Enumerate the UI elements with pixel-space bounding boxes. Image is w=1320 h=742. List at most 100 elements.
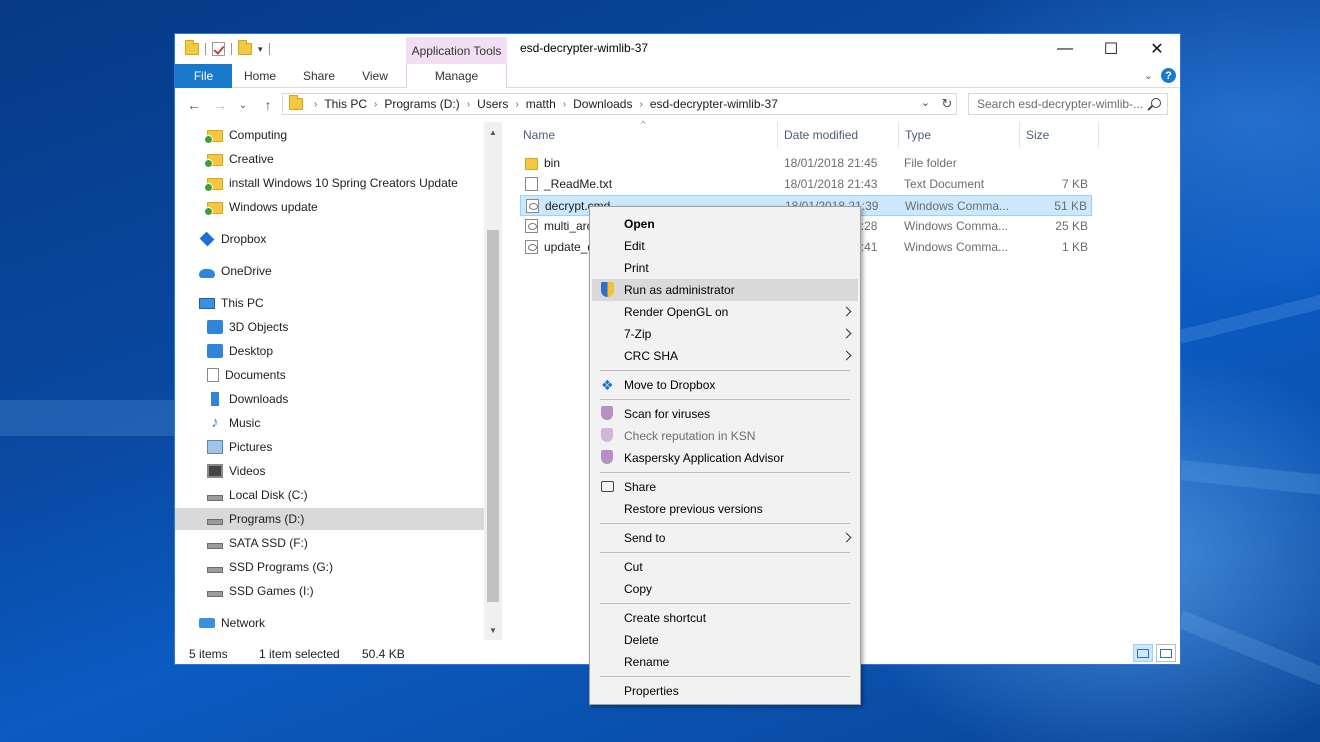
nav-item-ssd-programs-g[interactable]: SSD Programs (G:) xyxy=(207,556,333,578)
cmd-file-icon xyxy=(525,240,538,254)
nav-item-windows-update[interactable]: Windows update xyxy=(204,196,318,218)
status-selection-size: 50.4 KB xyxy=(362,647,405,661)
chevron-down-icon[interactable]: ⌄ xyxy=(1144,69,1153,82)
menu-item-open[interactable]: Open xyxy=(592,213,858,235)
nav-item-this-pc[interactable]: This PC xyxy=(199,292,264,314)
folder-icon xyxy=(289,95,303,110)
menu-item-print[interactable]: Print xyxy=(592,257,858,279)
maximize-button[interactable]: ☐ xyxy=(1088,34,1134,64)
file-row[interactable]: _ReadMe.txt 18/01/2018 21:43 Text Docume… xyxy=(520,174,1092,195)
nav-item-local-disk-c[interactable]: Local Disk (C:) xyxy=(207,484,308,506)
menu-item-edit[interactable]: Edit xyxy=(592,235,858,257)
nav-item-downloads[interactable]: Downloads xyxy=(207,388,288,410)
column-header-type[interactable]: Type xyxy=(899,122,1019,148)
file-name: _ReadMe.txt xyxy=(544,177,613,191)
recent-locations-button[interactable]: ⌄ xyxy=(233,95,253,115)
tab-manage[interactable]: Manage xyxy=(406,64,507,88)
cmd-file-icon xyxy=(525,219,538,233)
menu-separator xyxy=(600,523,850,524)
menu-item-label: Print xyxy=(624,261,649,275)
column-header-name[interactable]: Name xyxy=(517,122,777,148)
properties-icon[interactable] xyxy=(212,42,225,56)
ribbon-tabs: File Home Share View Manage ⌄ ? xyxy=(175,64,1180,88)
nav-item-computing[interactable]: Computing xyxy=(204,124,288,146)
nav-item-programs-d[interactable]: Programs (D:) xyxy=(175,508,484,530)
nav-item-install-windows[interactable]: install Windows 10 Spring Creators Updat… xyxy=(204,172,458,194)
nav-item-videos[interactable]: Videos xyxy=(207,460,265,482)
tab-home[interactable]: Home xyxy=(235,64,285,88)
nav-item-onedrive[interactable]: OneDrive xyxy=(199,260,272,282)
file-name: bin xyxy=(544,156,561,170)
menu-item-rename[interactable]: Rename xyxy=(592,651,858,673)
menu-item-7zip[interactable]: 7-Zip xyxy=(592,323,858,345)
nav-item-creative[interactable]: Creative xyxy=(204,148,274,170)
refresh-button[interactable]: ↻ xyxy=(937,93,957,115)
search-input[interactable]: Search esd-decrypter-wimlib-... xyxy=(968,93,1168,115)
menu-item-run-as-administrator[interactable]: Run as administrator xyxy=(592,279,858,301)
nav-item-music[interactable]: ♪ Music xyxy=(207,412,260,434)
file-row[interactable]: bin 18/01/2018 21:45 File folder xyxy=(520,153,1092,174)
wallpaper-light-ray xyxy=(0,400,174,436)
address-dropdown-icon[interactable]: ⌄ xyxy=(921,96,930,109)
column-header-size[interactable]: Size xyxy=(1020,122,1098,148)
help-icon[interactable]: ? xyxy=(1161,68,1176,83)
folder-icon xyxy=(185,40,199,55)
nav-item-ssd-games-i[interactable]: SSD Games (I:) xyxy=(207,580,314,602)
menu-item-label: Check reputation in KSN xyxy=(624,429,756,443)
menu-item-move-to-dropbox[interactable]: ❖ Move to Dropbox xyxy=(592,374,858,396)
nav-item-dropbox[interactable]: Dropbox xyxy=(199,228,266,250)
drive-icon xyxy=(207,519,223,525)
breadcrumb-downloads[interactable]: Downloads xyxy=(571,97,634,111)
menu-item-copy[interactable]: Copy xyxy=(592,578,858,600)
scrollbar-thumb[interactable] xyxy=(487,230,499,602)
address-bar[interactable]: › This PC › Programs (D:) › Users › matt… xyxy=(282,93,957,115)
nav-item-label: Documents xyxy=(225,368,286,382)
menu-item-properties[interactable]: Properties xyxy=(592,680,858,702)
breadcrumb-this-pc[interactable]: This PC xyxy=(322,97,369,111)
tab-share[interactable]: Share xyxy=(293,64,345,88)
menu-item-send-to[interactable]: Send to xyxy=(592,527,858,549)
breadcrumb-matth[interactable]: matth xyxy=(524,97,558,111)
nav-item-documents[interactable]: Documents xyxy=(207,364,286,386)
drive-icon xyxy=(207,543,223,549)
picture-icon xyxy=(207,440,223,454)
tab-file[interactable]: File xyxy=(175,64,232,88)
nav-item-sata-ssd-f[interactable]: SATA SSD (F:) xyxy=(207,532,308,554)
forward-button[interactable]: → xyxy=(210,95,230,115)
scroll-down-arrow[interactable]: ▼ xyxy=(484,622,502,638)
column-header-date-modified[interactable]: Date modified xyxy=(778,122,898,148)
scroll-up-arrow[interactable]: ▲ xyxy=(484,124,502,140)
nav-item-network[interactable]: Network xyxy=(199,612,265,634)
menu-separator xyxy=(600,472,850,473)
new-folder-icon[interactable] xyxy=(238,40,252,55)
status-item-count: 5 items xyxy=(189,647,228,661)
menu-item-restore-previous-versions[interactable]: Restore previous versions xyxy=(592,498,858,520)
close-button[interactable]: ✕ xyxy=(1134,34,1180,64)
breadcrumb-users[interactable]: Users xyxy=(475,97,510,111)
nav-item-pictures[interactable]: Pictures xyxy=(207,436,272,458)
menu-item-cut[interactable]: Cut xyxy=(592,556,858,578)
file-name: update_d xyxy=(544,240,595,254)
up-button[interactable]: ↑ xyxy=(258,95,278,115)
breadcrumb-programs-d[interactable]: Programs (D:) xyxy=(382,97,461,111)
menu-item-share[interactable]: Share xyxy=(592,476,858,498)
menu-item-create-shortcut[interactable]: Create shortcut xyxy=(592,607,858,629)
menu-item-label: Delete xyxy=(624,633,659,647)
minimize-button[interactable]: — xyxy=(1042,34,1088,64)
tab-view[interactable]: View xyxy=(351,64,399,88)
details-view-button[interactable] xyxy=(1133,644,1153,662)
menu-item-render-opengl[interactable]: Render OpenGL on xyxy=(592,301,858,323)
column-divider[interactable] xyxy=(1098,122,1099,148)
breadcrumb-current-folder[interactable]: esd-decrypter-wimlib-37 xyxy=(648,97,780,111)
menu-item-kaspersky-advisor[interactable]: Kaspersky Application Advisor xyxy=(592,447,858,469)
nav-pane-scrollbar[interactable]: ▲ ▼ xyxy=(484,122,502,640)
back-button[interactable]: ← xyxy=(184,95,204,115)
menu-item-delete[interactable]: Delete xyxy=(592,629,858,651)
large-icons-view-button[interactable] xyxy=(1156,644,1176,662)
nav-item-3d-objects[interactable]: 3D Objects xyxy=(207,316,288,338)
nav-item-desktop[interactable]: Desktop xyxy=(207,340,273,362)
menu-item-scan-for-viruses[interactable]: Scan for viruses xyxy=(592,403,858,425)
menu-item-crc-sha[interactable]: CRC SHA xyxy=(592,345,858,367)
nav-item-label: Computing xyxy=(229,128,288,142)
customize-toolbar-icon[interactable]: ▾ xyxy=(258,44,263,55)
